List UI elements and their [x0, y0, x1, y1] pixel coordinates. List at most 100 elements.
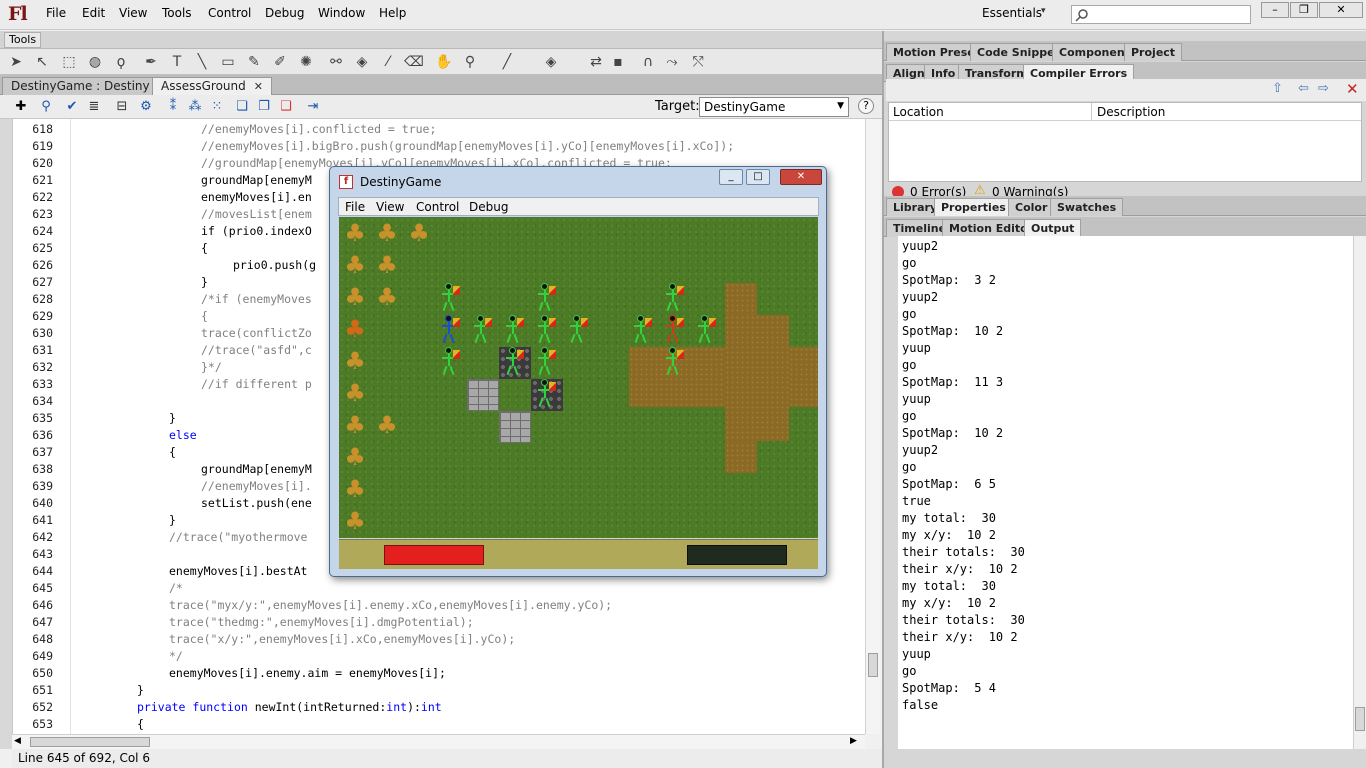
menu-tools[interactable]: Tools [162, 6, 192, 20]
game-field[interactable]: ♣ ♣ ♣ ♣ ♣ ♣ ♣ ♣ ♣ ♣ ♣ ♣ ♣ ♣ ♣ [339, 217, 818, 538]
lasso-tool-icon[interactable]: ϙ [111, 52, 131, 72]
scroll-left-icon[interactable]: ◀ [14, 736, 21, 746]
code-hint-icon[interactable]: ⊟ [113, 98, 131, 116]
apply-block-comment-icon[interactable]: ❏ [233, 98, 251, 116]
collapse-between-braces-icon[interactable]: ⁑ [164, 98, 182, 116]
collapse-selection-icon[interactable]: ⁂ [186, 98, 204, 116]
soldier-unit[interactable] [471, 315, 492, 344]
free-transform-tool-icon[interactable]: ⬚ [59, 52, 79, 72]
code-line[interactable]: 619 //enemyMoves[i].bigBro.push(groundMap… [13, 138, 865, 155]
next-icon[interactable]: ⇨ [1318, 81, 1329, 96]
minimize-button[interactable]: – [1261, 2, 1289, 18]
column-location[interactable]: Location [893, 105, 944, 119]
menu-debug[interactable]: Debug [265, 6, 304, 20]
column-description[interactable]: Description [1097, 105, 1165, 119]
soldier-unit[interactable] [535, 347, 556, 376]
text-tool-icon[interactable]: T [167, 52, 187, 72]
scrollbar-thumb[interactable] [1355, 707, 1365, 731]
stroke-color-icon[interactable]: ╱ [497, 52, 517, 72]
find-icon[interactable]: ⚲ [37, 98, 55, 116]
selection-tool-icon[interactable]: ➤ [6, 52, 26, 72]
snap-to-objects-icon[interactable]: ∩ [638, 52, 658, 72]
tab-color[interactable]: Color [1008, 198, 1055, 216]
add-statement-icon[interactable]: ✚ [12, 98, 30, 116]
help-icon[interactable]: ? [858, 98, 874, 114]
help-search-input[interactable] [1071, 5, 1251, 24]
code-line[interactable]: 651} [13, 682, 865, 699]
soldier-unit[interactable] [439, 315, 460, 344]
soldier-unit[interactable] [663, 315, 684, 344]
soldier-unit[interactable] [535, 315, 556, 344]
game-minimize-button[interactable]: _ [719, 169, 743, 185]
brush-tool-icon[interactable]: ✐ [270, 52, 290, 72]
code-line[interactable]: 649 */ [13, 648, 865, 665]
pencil-tool-icon[interactable]: ✎ [244, 52, 264, 72]
code-line[interactable]: 648 trace("x/y:",enemyMoves[i].xCo,enemyM… [13, 631, 865, 648]
output-scrollbar[interactable] [1353, 236, 1366, 749]
tab-output[interactable]: Output [1024, 219, 1082, 237]
smooth-icon[interactable]: ⤳ [662, 52, 682, 72]
rectangle-tool-icon[interactable]: ▭ [218, 52, 238, 72]
default-colors-icon[interactable]: ▪ [608, 52, 628, 72]
code-line[interactable]: 647 trace("thedmg:",enemyMoves[i].dmgPote… [13, 614, 865, 631]
zoom-tool-icon[interactable]: ⚲ [460, 52, 480, 72]
soldier-unit[interactable] [535, 379, 556, 408]
fill-color-icon[interactable]: ◈ [541, 52, 561, 72]
remove-comment-icon[interactable]: ❑ [277, 98, 295, 116]
menu-view[interactable]: View [119, 6, 147, 20]
3d-rotation-tool-icon[interactable]: ◍ [85, 52, 105, 72]
workspace-switcher[interactable]: Essentials [982, 6, 1042, 20]
game-menu-control[interactable]: Control [416, 200, 459, 214]
code-line[interactable]: 653 { [13, 716, 865, 733]
game-menu-view[interactable]: View [376, 200, 404, 214]
soldier-unit[interactable] [695, 315, 716, 344]
chevron-down-icon[interactable]: ▾ [1041, 6, 1046, 16]
soldier-unit[interactable] [631, 315, 652, 344]
tab-properties[interactable]: Properties [934, 198, 1013, 216]
code-line[interactable]: 652 private function newInt(intReturned:i… [13, 699, 865, 716]
menu-help[interactable]: Help [379, 6, 406, 20]
soldier-unit[interactable] [663, 283, 684, 312]
apply-line-comment-icon[interactable]: ❐ [255, 98, 273, 116]
scrollbar-thumb[interactable] [30, 737, 150, 747]
show-hide-toolbox-icon[interactable]: ⇥ [304, 98, 322, 116]
scrollbar-thumb[interactable] [868, 653, 878, 677]
swap-colors-icon[interactable]: ⇄ [586, 52, 606, 72]
soldier-unit[interactable] [567, 315, 588, 344]
eraser-tool-icon[interactable]: ⌫ [404, 52, 424, 72]
soldier-unit[interactable] [535, 283, 556, 312]
hand-tool-icon[interactable]: ✋ [434, 52, 454, 72]
auto-format-icon[interactable]: ≣ [85, 98, 103, 116]
code-line[interactable]: 646 trace("myx/y:",enemyMoves[i].enemy.xC… [13, 597, 865, 614]
pen-tool-icon[interactable]: ✒ [141, 52, 161, 72]
soldier-unit[interactable] [503, 347, 524, 376]
menu-file[interactable]: File [46, 6, 66, 20]
eyedropper-tool-icon[interactable]: ⁄ [378, 52, 398, 72]
tab-destinygame[interactable]: DestinyGame : Destiny✕ [2, 77, 176, 95]
editor-horizontal-scrollbar[interactable]: ◀ ▶ [12, 734, 865, 749]
go-to-source-icon[interactable]: ⇧ [1272, 81, 1283, 96]
close-icon[interactable]: ✕ [254, 80, 263, 93]
tab-swatches[interactable]: Swatches [1050, 198, 1124, 216]
code-line[interactable]: 618 //enemyMoves[i].conflicted = true; [13, 121, 865, 138]
close-button[interactable]: ✕ [1319, 2, 1363, 18]
debug-options-icon[interactable]: ⚙ [137, 98, 155, 116]
soldier-unit[interactable] [439, 347, 460, 376]
subselection-tool-icon[interactable]: ↖ [32, 52, 52, 72]
straighten-icon[interactable]: ⤲ [688, 52, 708, 72]
check-syntax-icon[interactable]: ✔ [63, 98, 81, 116]
game-maximize-button[interactable]: □ [746, 169, 770, 185]
deco-tool-icon[interactable]: ✺ [296, 52, 316, 72]
line-tool-icon[interactable]: ╲ [192, 52, 212, 72]
menu-window[interactable]: Window [318, 6, 365, 20]
paint-bucket-tool-icon[interactable]: ◈ [352, 52, 372, 72]
bone-tool-icon[interactable]: ⚯ [326, 52, 346, 72]
expand-all-icon[interactable]: ⁙ [208, 98, 226, 116]
tab-project[interactable]: Project [1124, 43, 1183, 61]
code-line[interactable]: 645 /* [13, 580, 865, 597]
output-panel[interactable]: yuup2 go SpotMap: 3 2 yuup2 go SpotMap: 10 2 y… [898, 236, 1353, 749]
soldier-unit[interactable] [439, 283, 460, 312]
tab-assessground[interactable]: AssessGround ✕ [152, 77, 272, 95]
previous-icon[interactable]: ⇦ [1298, 81, 1309, 96]
code-line[interactable]: 650 enemyMoves[i].enemy.aim = enemyMoves[… [13, 665, 865, 682]
